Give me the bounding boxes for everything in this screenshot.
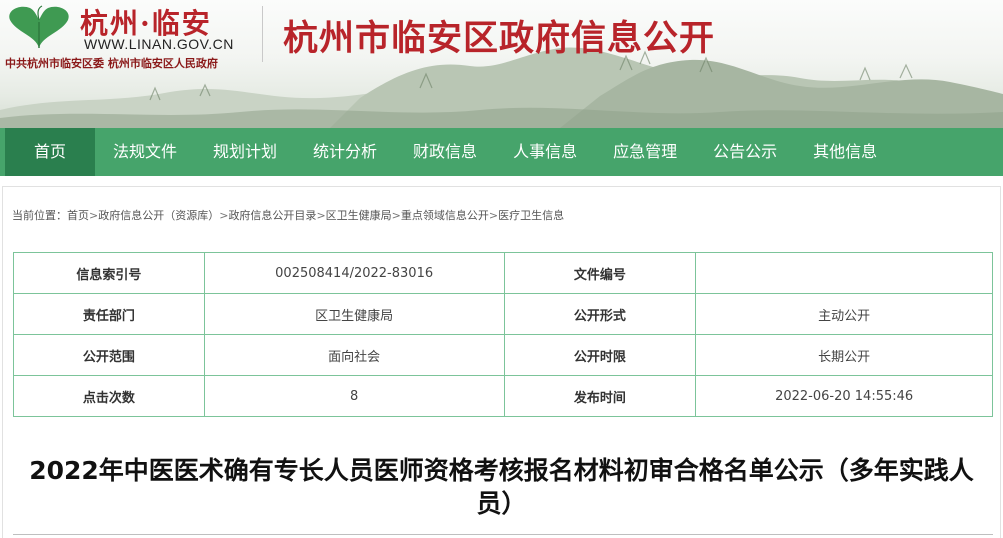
value-publish-time: 2022-06-20 14:55:46 xyxy=(695,375,993,417)
value-disclosure-scope: 面向社会 xyxy=(203,334,505,376)
value-disclosure-period: 长期公开 xyxy=(695,334,993,376)
breadcrumb: 当前位置：首页>政府信息公开（资源库）>政府信息公开目录>区卫生健康局>重点领域… xyxy=(12,207,564,223)
label-click-count: 点击次数 xyxy=(13,375,205,417)
nav-item-personnel[interactable]: 人事信息 xyxy=(495,128,595,176)
nav-item-emergency[interactable]: 应急管理 xyxy=(595,128,695,176)
label-department: 责任部门 xyxy=(13,293,205,335)
breadcrumb-catalog[interactable]: 政府信息公开目录 xyxy=(228,209,316,222)
nav-item-home[interactable]: 首页 xyxy=(5,128,95,176)
breadcrumb-health-bureau[interactable]: 区卫生健康局 xyxy=(326,209,392,222)
nav-item-finance[interactable]: 财政信息 xyxy=(395,128,495,176)
breadcrumb-separator: > xyxy=(89,209,99,222)
logo-url: WWW.LINAN.GOV.CN xyxy=(84,36,234,52)
info-metadata-table: 信息索引号 002508414/2022-83016 文件编号 责任部门 区卫生… xyxy=(13,252,993,417)
label-index-number: 信息索引号 xyxy=(13,252,205,294)
main-nav: 首页 法规文件 规划计划 统计分析 财政信息 人事信息 应急管理 公告公示 其他… xyxy=(0,128,1003,176)
table-row: 责任部门 区卫生健康局 公开形式 主动公开 xyxy=(13,293,993,335)
value-index-number: 002508414/2022-83016 xyxy=(203,252,505,294)
breadcrumb-gov-info[interactable]: 政府信息公开（资源库） xyxy=(98,209,219,222)
breadcrumb-prefix: 当前位置： xyxy=(12,209,67,222)
breadcrumb-separator: > xyxy=(488,209,499,222)
divider xyxy=(13,534,993,535)
label-disclosure-form: 公开形式 xyxy=(503,293,697,335)
table-row: 信息索引号 002508414/2022-83016 文件编号 xyxy=(13,252,993,294)
label-disclosure-scope: 公开范围 xyxy=(13,334,205,376)
breadcrumb-medical-info[interactable]: 医疗卫生信息 xyxy=(498,209,564,222)
document-title: 2022年中医医术确有专长人员医师资格考核报名材料初审合格名单公示（多年实践人员… xyxy=(29,456,974,518)
header-divider xyxy=(262,6,263,62)
value-click-count: 8 xyxy=(203,375,505,417)
breadcrumb-key-areas[interactable]: 重点领域信息公开 xyxy=(401,209,489,222)
logo-org-text: 中共杭州市临安区委 杭州市临安区人民政府 xyxy=(5,57,218,70)
ginkgo-leaf-icon xyxy=(9,5,69,49)
table-row: 公开范围 面向社会 公开时限 长期公开 xyxy=(13,334,993,376)
label-publish-time: 发布时间 xyxy=(503,375,697,417)
value-department: 区卫生健康局 xyxy=(203,293,505,335)
nav-item-other[interactable]: 其他信息 xyxy=(795,128,895,176)
breadcrumb-separator: > xyxy=(316,209,326,222)
nav-item-announcements[interactable]: 公告公示 xyxy=(695,128,795,176)
value-disclosure-form: 主动公开 xyxy=(695,293,993,335)
nav-item-regulations[interactable]: 法规文件 xyxy=(95,128,195,176)
label-disclosure-period: 公开时限 xyxy=(503,334,697,376)
nav-item-plans[interactable]: 规划计划 xyxy=(195,128,295,176)
site-title: 杭州市临安区政府信息公开 xyxy=(283,19,716,59)
label-document-number: 文件编号 xyxy=(503,252,697,294)
value-document-number xyxy=(695,252,993,294)
breadcrumb-home[interactable]: 首页 xyxy=(67,209,89,222)
site-logo[interactable]: 杭州·临安 WWW.LINAN.GOV.CN 中共杭州市临安区委 杭州市临安区人… xyxy=(0,0,260,76)
nav-item-statistics[interactable]: 统计分析 xyxy=(295,128,395,176)
table-row: 点击次数 8 发布时间 2022-06-20 14:55:46 xyxy=(13,375,993,417)
breadcrumb-separator: > xyxy=(391,209,401,222)
site-header: 杭州·临安 WWW.LINAN.GOV.CN 中共杭州市临安区委 杭州市临安区人… xyxy=(0,0,1003,128)
